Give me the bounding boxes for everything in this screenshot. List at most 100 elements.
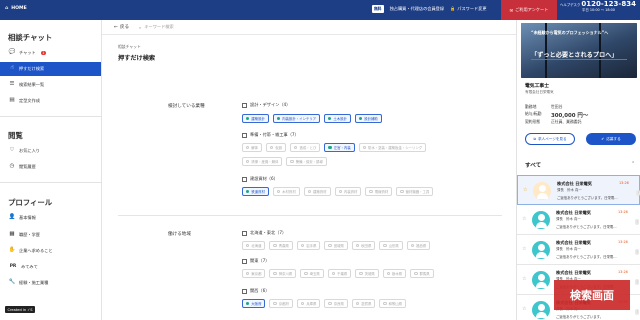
filter-chip[interactable]: 清掃・産廃・解体 [242,157,283,166]
search-box[interactable]: ⌕ キーワード検索 [139,24,174,30]
checkbox[interactable] [242,176,247,182]
sidebar-item-career[interactable]: ▦ 職歴・学歴 [0,228,101,242]
group-materials[interactable]: 建設資材（6） [242,176,278,182]
filter-chip[interactable]: 鉄道資材 [242,187,269,196]
filter-chip[interactable]: 栃木県 [382,269,407,278]
breadcrumb[interactable]: 相談チャット [118,44,141,50]
ad-headline: “未経験から電気のプロフェッショナル”へ [531,30,609,35]
checkbox[interactable] [242,132,247,138]
chip-label: 建築設計 [251,117,265,121]
checkbox[interactable] [242,258,247,264]
checkbox[interactable] [242,102,247,108]
filter-chip[interactable]: 造成・とび [290,143,321,152]
conversation-item[interactable]: ☆株式会社 日栄電気課長 鈴木 真一ご返信ありがとうございます。日栄電...13… [517,205,640,235]
conversation-message: ご返信ありがとうございます。日栄電... [557,196,618,200]
filter-chip[interactable]: 建築資材 [303,187,331,196]
more-icon[interactable]: ⋮ [636,190,640,196]
sidebar-item-basic[interactable]: 👤 基本情報 [0,211,101,225]
radio-dot-icon [328,301,332,306]
filter-chip[interactable]: 埼玉県 [300,269,324,278]
star-icon[interactable]: ☆ [522,276,528,282]
more-icon[interactable]: ⋮ [635,279,639,285]
chip-label: 和歌山県 [388,302,403,306]
filter-chip[interactable]: 木材資材 [272,187,300,196]
filter-chip[interactable]: 解体 [242,143,263,152]
filter-chip[interactable]: 神奈川県 [269,269,297,278]
group-design[interactable]: 設計・デザイン（4） [242,102,290,108]
view-job-page-button[interactable]: ⧉ 求人ページを見る [525,133,575,145]
filter-chip[interactable]: 秋田県 [351,241,376,250]
conversation-item[interactable]: ☆株式会社 日栄電気課長 鈴木 真一ご返信ありがとうございます。日栄電...13… [517,235,640,265]
more-icon[interactable]: ⋮ [635,249,639,255]
radio-dot-icon [328,145,332,150]
filter-chip[interactable]: 千葉県 [327,269,352,278]
filter-chip[interactable]: 奈良県 [324,299,348,308]
sidebar-item-templates[interactable]: ▤ 定型文作成 [0,94,101,108]
clock-icon: ◷ [9,163,15,170]
chip-label: 設計補助 [364,117,378,121]
filter-chip[interactable]: 青森県 [269,241,293,250]
filter-chip[interactable]: 福島県 [406,241,431,250]
star-icon[interactable]: ☆ [522,216,528,222]
back-button[interactable]: ← 戻る [114,24,129,31]
filter-chip[interactable]: 山形県 [379,241,403,250]
filter-chip[interactable]: 滋賀県 [351,299,376,308]
filter-chip[interactable]: 管材機器・工具 [396,187,434,196]
sidebar-item-work[interactable]: 🔧 経験・施工業種 [0,276,101,290]
helpdesk-phone[interactable]: 0120-123-834 [581,0,636,8]
filter-chip[interactable]: 防水・塗装・建築板金・シーリング [358,143,427,152]
filter-chip[interactable]: 警備・保安・誘導 [286,157,327,166]
password-link[interactable]: 🔒 パスワード変更 [450,6,487,12]
filter-chip[interactable]: 北海道 [242,241,266,250]
group-hokkaido-tohoku[interactable]: 北海道・東北（7） [242,230,286,236]
filter-chip[interactable]: 設計補助 [354,114,382,123]
filter-chip[interactable]: 建築設計 [242,114,269,123]
filter-chip[interactable]: 東京都 [242,269,266,278]
star-icon[interactable]: ☆ [522,306,528,312]
filter-chip[interactable]: 仮設 [266,143,287,152]
chip-label: 仮設 [275,146,283,150]
filter-chip[interactable]: 左官・内装 [324,143,355,152]
sidebar-item-viewed[interactable]: ◷ 閲覧履歴 [0,160,101,174]
wrench-icon: 🔧 [8,279,16,286]
filter-chip[interactable]: 京都府 [269,299,293,308]
survey-button[interactable]: ✉ ご利用アンケート [501,0,557,20]
filter-chip[interactable]: 宮城県 [324,241,348,250]
sidebar-item-company-request[interactable]: ✋ 企業へ求めること [0,244,101,258]
star-icon[interactable]: ☆ [522,246,528,252]
filter-chip[interactable]: 群馬県 [410,269,434,278]
checkbox[interactable] [242,288,247,294]
filter-chip[interactable]: 兵庫県 [296,299,321,308]
sidebar-item-pr[interactable]: PR みてみて [0,260,101,274]
group-kansai[interactable]: 関西（6） [242,288,269,294]
group-prep[interactable]: 準備・付帯・雑工事（7） [242,132,299,138]
radio-dot-icon [273,271,277,276]
filter-chip[interactable]: 茨城県 [355,269,379,278]
more-icon[interactable]: ⋮ [635,309,639,315]
home-link[interactable]: ⌂ HOME [5,6,27,11]
checkbox[interactable] [242,230,247,236]
register-link[interactable]: 独占購買・代理店の会員登録 [390,6,444,12]
job-ad-image[interactable]: “未経験から電気のプロフェッショナル”へ 「ずっと必要とされるプロへ」 [521,23,637,78]
conversation-item[interactable]: ☆株式会社 日栄電気課長 鈴木 真一ご返信ありがとうございます。日栄電...13… [517,175,640,205]
sidebar-item-favorites[interactable]: ♡ お気に入り [0,144,101,158]
star-icon[interactable]: ☆ [523,187,529,193]
filter-chip[interactable]: 内装設計・インテリア [272,114,321,123]
group-kanto[interactable]: 関東（7） [242,258,269,264]
sidebar-item-oshidake[interactable]: ☝ 押すだけ検索 [0,62,101,76]
sidebar-item-chat[interactable]: 💬 チャット 1 [0,46,101,60]
toolbar: ← 戻る ⌕ キーワード検索 [102,20,516,35]
filter-chip[interactable]: 岩手県 [296,241,321,250]
created-badge[interactable]: Created in ✓S [5,306,36,313]
filter-chip[interactable]: 土木設計 [324,114,351,123]
sidebar-section-chat: 相談チャット [8,33,53,42]
sidebar-item-history[interactable]: ☰ 検索結果一覧 [0,78,101,92]
filter-chip[interactable]: 和歌山県 [379,299,407,308]
filter-chip[interactable]: 大阪府 [242,299,266,308]
chevron-up-icon[interactable]: ⌃ [631,161,635,167]
filter-chip[interactable]: 電線資材 [365,187,393,196]
more-icon[interactable]: ⋮ [635,219,639,225]
apply-button[interactable]: ✔ 応募する [586,133,636,145]
filter-chip[interactable]: 内装資材 [334,187,362,196]
filter-all[interactable]: すべて [525,161,541,169]
